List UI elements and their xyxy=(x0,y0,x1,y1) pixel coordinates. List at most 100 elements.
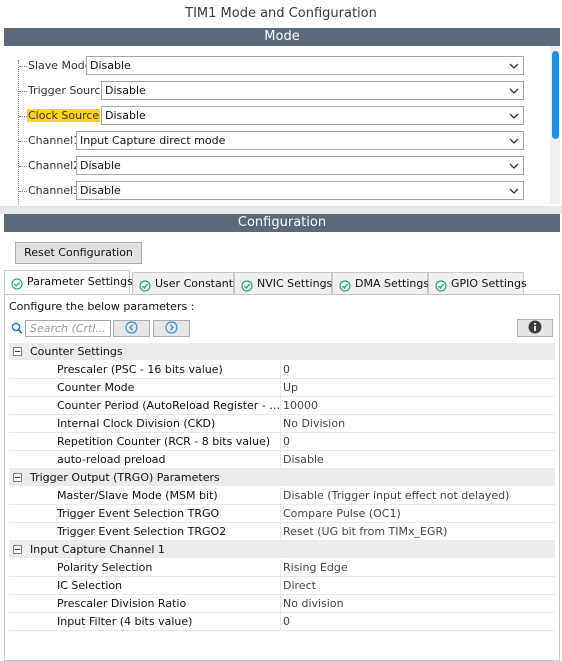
tab-nvic-settings[interactable]: NVIC Settings xyxy=(234,272,332,294)
clock-source-label: Clock Source xyxy=(27,109,101,122)
configure-prompt: Configure the below parameters : xyxy=(9,300,195,313)
param-value[interactable]: 0 xyxy=(283,435,290,448)
group-counter-settings[interactable]: Counter Settings xyxy=(9,343,555,361)
param-row[interactable]: Trigger Event Selection TRGO Compare Puls… xyxy=(9,505,555,523)
param-row[interactable]: Repetition Counter (RCR - 8 bits value) 0 xyxy=(9,433,555,451)
channel2-label: Channel2 xyxy=(28,159,81,172)
param-value[interactable]: 0 xyxy=(283,615,290,628)
group-input-capture-channel1[interactable]: Input Capture Channel 1 xyxy=(9,541,555,559)
slave-mode-value: Disable xyxy=(90,59,131,72)
param-row[interactable]: IC Selection Direct xyxy=(9,577,555,595)
param-name: Master/Slave Mode (MSM bit) xyxy=(57,489,218,502)
reset-configuration-button[interactable]: Reset Configuration xyxy=(15,242,142,264)
parameter-settings-panel: Configure the below parameters : Search … xyxy=(4,294,560,661)
param-name: Polarity Selection xyxy=(57,561,153,574)
param-row[interactable]: Internal Clock Division (CKD) No Division xyxy=(9,415,555,433)
param-value[interactable]: Reset (UG bit from TIMx_EGR) xyxy=(283,525,447,538)
channel3-dropdown[interactable]: Disable xyxy=(76,181,524,200)
collapse-minus-icon[interactable] xyxy=(13,545,22,554)
collapse-minus-icon[interactable] xyxy=(13,473,22,482)
slave-mode-dropdown[interactable]: Disable xyxy=(86,56,524,75)
mode-row-channel2: Channel2 Disable xyxy=(4,156,544,176)
channel3-value: Disable xyxy=(80,184,121,197)
param-name: Counter Mode xyxy=(57,381,135,394)
search-placeholder: Search (Crtl... xyxy=(30,322,106,335)
check-circle-icon xyxy=(435,278,447,292)
param-value[interactable]: Up xyxy=(283,381,298,394)
mode-panel: Slave Mode Disable Trigger Source Disabl… xyxy=(4,46,560,204)
chevron-down-icon xyxy=(505,82,523,99)
collapse-minus-icon[interactable] xyxy=(13,347,22,356)
channel2-dropdown[interactable]: Disable xyxy=(76,156,524,175)
param-row[interactable]: Counter Period (AutoReload Register - 16… xyxy=(9,397,555,415)
check-circle-icon xyxy=(11,276,23,290)
param-value[interactable]: 10000 xyxy=(283,399,318,412)
search-prev-button[interactable] xyxy=(113,320,150,337)
param-value[interactable]: Disable xyxy=(283,453,324,466)
channel1-label: Channel1 xyxy=(28,134,81,147)
group-trigger-output[interactable]: Trigger Output (TRGO) Parameters xyxy=(9,469,555,487)
circle-arrow-left-icon xyxy=(125,320,138,337)
param-row[interactable]: Trigger Event Selection TRGO2 Reset (UG b… xyxy=(9,523,555,541)
tab-label: DMA Settings xyxy=(355,277,430,290)
info-button[interactable] xyxy=(517,319,553,337)
check-circle-icon xyxy=(339,278,351,292)
channel1-dropdown[interactable]: Input Capture direct mode xyxy=(76,131,524,150)
param-row[interactable]: Input Filter (4 bits value) 0 xyxy=(9,613,555,631)
chevron-down-icon xyxy=(505,157,523,174)
param-name: Internal Clock Division (CKD) xyxy=(57,417,216,430)
mode-scrollbar[interactable] xyxy=(550,46,560,204)
chevron-down-icon xyxy=(505,107,523,124)
param-name: auto-reload preload xyxy=(57,453,166,466)
mode-row-clock-source: Clock Source Disable xyxy=(4,106,544,126)
mode-row-channel3: Channel3 Disable xyxy=(4,181,544,201)
param-row[interactable]: Master/Slave Mode (MSM bit) Disable (Trig… xyxy=(9,487,555,505)
param-row[interactable]: Prescaler (PSC - 16 bits value) 0 xyxy=(9,361,555,379)
configuration-section-header: Configuration xyxy=(4,214,560,232)
search-input[interactable]: Search (Crtl... xyxy=(25,320,111,337)
trigger-source-dropdown[interactable]: Disable xyxy=(101,81,524,100)
param-value[interactable]: No Division xyxy=(283,417,345,430)
search-next-button[interactable] xyxy=(153,320,190,337)
group-label: Counter Settings xyxy=(30,345,123,358)
param-value[interactable]: Direct xyxy=(283,579,316,592)
param-row[interactable]: Counter Mode Up xyxy=(9,379,555,397)
clock-source-dropdown[interactable]: Disable xyxy=(101,106,524,125)
param-value[interactable]: Rising Edge xyxy=(283,561,348,574)
mode-row-channel1: Channel1 Input Capture direct mode xyxy=(4,131,544,151)
channel2-value: Disable xyxy=(80,159,121,172)
clock-source-value: Disable xyxy=(105,109,146,122)
tab-dma-settings[interactable]: DMA Settings xyxy=(332,272,430,294)
param-name: IC Selection xyxy=(57,579,123,592)
tab-label: NVIC Settings xyxy=(257,277,333,290)
search-icon xyxy=(11,322,23,335)
param-name: Trigger Event Selection TRGO2 xyxy=(57,525,227,538)
param-value[interactable]: Disable (Trigger input effect not delaye… xyxy=(283,489,509,502)
param-value[interactable]: Compare Pulse (OC1) xyxy=(283,507,401,520)
param-row[interactable]: Prescaler Division Ratio No division xyxy=(9,595,555,613)
param-row[interactable]: auto-reload preload Disable xyxy=(9,451,555,469)
param-name: Prescaler Division Ratio xyxy=(57,597,187,610)
channel3-label: Channel3 xyxy=(28,184,81,197)
tab-parameter-settings[interactable]: Parameter Settings xyxy=(4,270,133,294)
tab-gpio-settings[interactable]: GPIO Settings xyxy=(428,272,527,294)
param-name: Input Filter (4 bits value) xyxy=(57,615,193,628)
mode-row-trigger-source: Trigger Source Disable xyxy=(4,81,544,101)
param-row[interactable]: Polarity Selection Rising Edge xyxy=(9,559,555,577)
info-icon xyxy=(528,320,542,337)
tab-user-constants[interactable]: User Constants xyxy=(132,272,239,294)
param-name: Trigger Event Selection TRGO xyxy=(57,507,220,520)
tab-label: GPIO Settings xyxy=(451,277,527,290)
param-value[interactable]: 0 xyxy=(283,363,290,376)
tab-label: Parameter Settings xyxy=(27,275,133,288)
param-value[interactable]: No division xyxy=(283,597,344,610)
panel-splitter[interactable] xyxy=(0,206,562,214)
tab-label: User Constants xyxy=(155,277,239,290)
chevron-down-icon xyxy=(505,132,523,149)
window-title: TIM1 Mode and Configuration xyxy=(185,6,377,21)
chevron-down-icon xyxy=(505,182,523,199)
mode-row-slave-mode: Slave Mode Disable xyxy=(4,56,544,76)
parameter-grid: Counter Settings Prescaler (PSC - 16 bit… xyxy=(9,343,555,631)
chevron-down-icon xyxy=(505,57,523,74)
mode-scroll-thumb[interactable] xyxy=(552,51,559,139)
